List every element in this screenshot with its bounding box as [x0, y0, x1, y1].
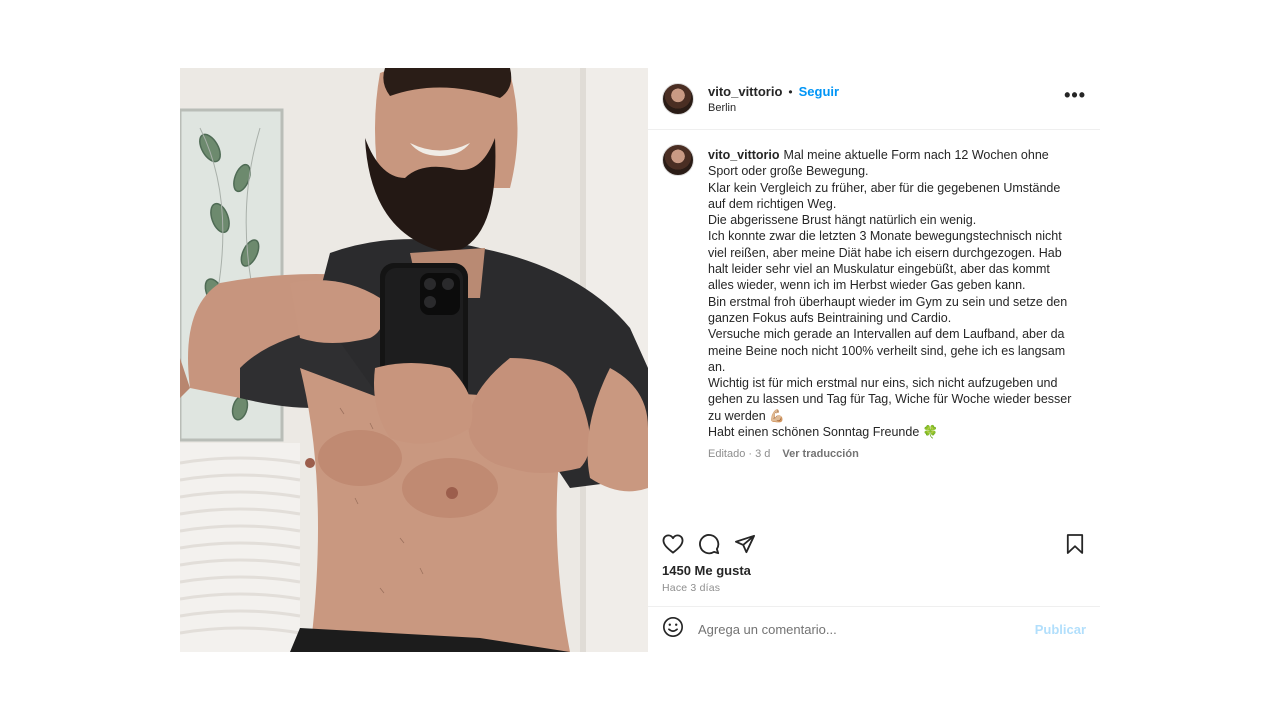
- add-comment-bar: Publicar: [648, 606, 1100, 652]
- caption-avatar[interactable]: [662, 144, 694, 176]
- caption-line: vito_vittorio Mal meine aktuelle Form nac…: [708, 147, 1078, 180]
- caption-line: Ich konnte zwar die letzten 3 Monate bew…: [708, 229, 1062, 293]
- comment-input[interactable]: [696, 621, 1020, 638]
- comment-icon[interactable]: [697, 532, 721, 556]
- action-bar: [648, 524, 1100, 564]
- post-details-panel: vito_vittorio • Seguir Berlin ••• vito_v…: [648, 68, 1100, 652]
- share-icon[interactable]: [733, 532, 757, 556]
- avatar[interactable]: [662, 82, 694, 115]
- caption-line: Bin erstmal froh überhaupt wieder im Gym…: [708, 294, 1068, 325]
- caption-text: vito_vittorio Mal meine aktuelle Form nac…: [708, 147, 1078, 440]
- caption-line: Wichtig ist für mich erstmal nur eins, s…: [708, 376, 1072, 423]
- comments-section: vito_vittorio Mal meine aktuelle Form nac…: [648, 130, 1100, 510]
- edited-timestamp: Editado · 3 d: [708, 448, 771, 461]
- likes-count[interactable]: 1450 Me gusta: [662, 563, 751, 578]
- see-translation-link[interactable]: Ver traducción: [782, 448, 858, 460]
- caption-username[interactable]: vito_vittorio: [708, 148, 780, 162]
- caption-line: Versuche mich gerade an Intervallen auf …: [708, 327, 1066, 374]
- mirror-selfie-image: [180, 68, 648, 652]
- follow-button[interactable]: Seguir: [799, 84, 839, 100]
- separator-dot: •: [788, 84, 793, 99]
- caption-block: vito_vittorio Mal meine aktuelle Form nac…: [708, 144, 1078, 510]
- post-header: vito_vittorio • Seguir Berlin •••: [648, 68, 1100, 130]
- caption-line: Klar kein Vergleich zu früher, aber für …: [708, 180, 1061, 211]
- instagram-post: vito_vittorio • Seguir Berlin ••• vito_v…: [180, 68, 1100, 652]
- publish-button[interactable]: Publicar: [1035, 622, 1086, 637]
- post-date: Hace 3 días: [662, 582, 721, 594]
- caption-line: Die abgerissene Brust hängt natürlich ei…: [708, 213, 977, 228]
- location-link[interactable]: Berlin: [708, 102, 839, 114]
- header-text: vito_vittorio • Seguir Berlin: [708, 84, 839, 114]
- emoji-icon[interactable]: [662, 616, 684, 643]
- post-photo[interactable]: [180, 68, 648, 652]
- bookmark-icon[interactable]: [1063, 532, 1087, 556]
- caption-meta: Editado · 3 d Ver traducción: [708, 448, 1078, 460]
- header-top-row: vito_vittorio • Seguir: [708, 84, 839, 100]
- username-link[interactable]: vito_vittorio: [708, 84, 782, 100]
- more-options-icon[interactable]: •••: [1064, 86, 1086, 108]
- caption-line: Habt einen schönen Sonntag Freunde 🍀: [708, 425, 939, 440]
- heart-icon[interactable]: [661, 532, 685, 556]
